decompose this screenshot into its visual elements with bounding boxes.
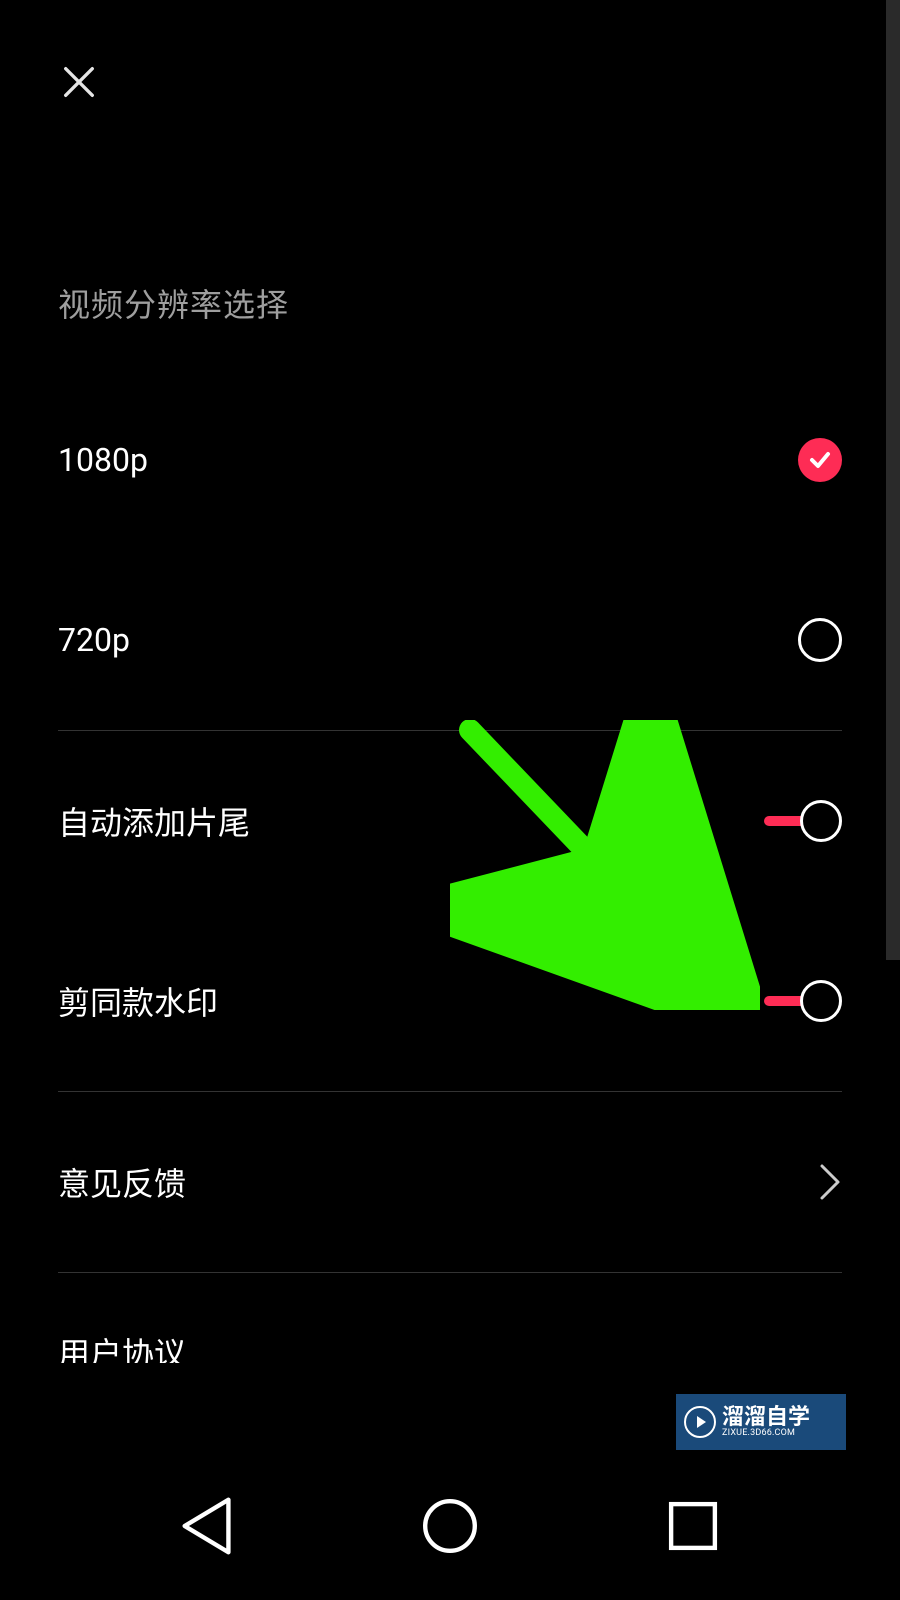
resolution-option-720p[interactable]: 720p bbox=[58, 550, 842, 730]
nav-recent-button[interactable] bbox=[658, 1491, 728, 1561]
toggle-knob bbox=[800, 800, 842, 842]
resolution-option-label: 1080p bbox=[58, 441, 148, 479]
toggle-label: 剪同款水印 bbox=[58, 978, 218, 1024]
radio-unselected-icon bbox=[798, 618, 842, 662]
toggle-knob bbox=[800, 980, 842, 1022]
resolution-option-1080p[interactable]: 1080p bbox=[58, 370, 842, 550]
link-row-user-agreement[interactable]: 用户协议 bbox=[58, 1273, 842, 1363]
chevron-right-icon bbox=[818, 1162, 842, 1202]
section-header-resolution: 视频分辨率选择 bbox=[58, 280, 289, 326]
close-button[interactable] bbox=[55, 60, 103, 108]
nav-back-button[interactable] bbox=[173, 1491, 243, 1561]
toggle-row-auto-outro: 自动添加片尾 bbox=[58, 731, 842, 911]
scrollbar[interactable] bbox=[886, 0, 900, 960]
watermark-sub-text: ZIXUE.3D66.COM bbox=[722, 1429, 810, 1438]
toggle-label: 自动添加片尾 bbox=[58, 798, 250, 844]
toggle-row-watermark: 剪同款水印 bbox=[58, 911, 842, 1091]
radio-selected-icon bbox=[798, 438, 842, 482]
resolution-option-label: 720p bbox=[58, 621, 130, 659]
link-label: 用户协议 bbox=[58, 1329, 186, 1363]
play-icon bbox=[684, 1406, 716, 1438]
link-label: 意见反馈 bbox=[58, 1159, 186, 1205]
close-icon bbox=[60, 63, 98, 105]
nav-home-button[interactable] bbox=[415, 1491, 485, 1561]
toggle-auto-outro[interactable] bbox=[764, 799, 842, 843]
link-row-feedback[interactable]: 意见反馈 bbox=[58, 1092, 842, 1272]
toggle-watermark[interactable] bbox=[764, 979, 842, 1023]
watermark-main-text: 溜溜自学 bbox=[722, 1407, 810, 1429]
watermark-logo: 溜溜自学 ZIXUE.3D66.COM bbox=[676, 1394, 846, 1450]
android-nav-bar bbox=[0, 1452, 900, 1600]
